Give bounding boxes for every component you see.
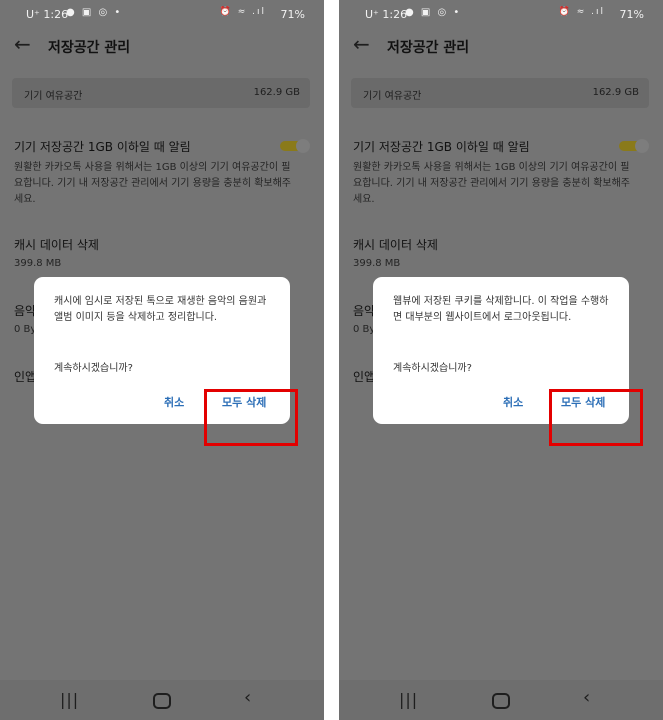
page-title: 저장공간 관리	[48, 40, 131, 56]
highlight-box	[549, 389, 643, 446]
music-setting-size: 0 By	[14, 324, 37, 335]
carrier-label: U⁺	[365, 8, 379, 21]
highlight-box	[204, 389, 298, 446]
inapp-setting-title[interactable]: 인앱	[353, 368, 375, 385]
battery-level: 71%	[619, 8, 644, 21]
status-time: 1:26	[382, 8, 408, 21]
nav-back-icon[interactable]: ‹	[244, 687, 251, 708]
battery-level: 71%	[280, 8, 305, 21]
cache-setting-title[interactable]: 캐시 데이터 삭제	[353, 236, 438, 253]
home-icon[interactable]	[153, 693, 171, 709]
alert-toggle[interactable]	[619, 139, 649, 153]
free-space-label: 기기 여유공간	[24, 91, 83, 102]
phone-screen-left: U⁺ 1:26 ● ▣ ◎ • ⏰ ≈ .ıl 71% ← 저장공간 관리 기기…	[0, 0, 324, 720]
recent-apps-icon[interactable]: |||	[60, 690, 79, 709]
alert-setting-title: 기기 저장공간 1GB 이하일 때 알림	[353, 140, 530, 154]
cancel-button[interactable]: 취소	[503, 394, 523, 410]
free-space-label: 기기 여유공간	[363, 91, 422, 102]
phone-screen-right: U⁺ 1:26 ● ▣ ◎ • ⏰ ≈ .ıl 71% ← 저장공간 관리 기기…	[339, 0, 663, 720]
music-setting-title[interactable]: 음악	[14, 302, 36, 319]
music-setting-title[interactable]: 음악	[353, 302, 375, 319]
status-time: 1:26	[43, 8, 69, 21]
status-bar: U⁺ 1:26 ● ▣ ◎ • ⏰ ≈ .ıl 71%	[0, 0, 324, 30]
free-space-value: 162.9 GB	[592, 87, 639, 98]
system-icons: ⏰ ≈ .ıl	[219, 7, 266, 17]
notification-icons: ● ▣ ◎ •	[405, 7, 462, 18]
back-arrow-icon[interactable]: ←	[14, 34, 36, 56]
alert-toggle[interactable]	[280, 139, 310, 153]
navigation-bar: ||| ‹	[339, 680, 663, 720]
cache-setting-title[interactable]: 캐시 데이터 삭제	[14, 236, 99, 253]
recent-apps-icon[interactable]: |||	[399, 690, 418, 709]
carrier-label: U⁺	[26, 8, 40, 21]
free-space-row: 기기 여유공간 162.9 GB	[12, 78, 310, 108]
alert-setting-title: 기기 저장공간 1GB 이하일 때 알림	[14, 140, 191, 154]
page-title: 저장공간 관리	[387, 40, 470, 56]
system-icons: ⏰ ≈ .ıl	[558, 7, 605, 17]
status-bar: U⁺ 1:26 ● ▣ ◎ • ⏰ ≈ .ıl 71%	[339, 0, 663, 30]
dialog-message: 웹뷰에 저장된 쿠키를 삭제합니다. 이 작업을 수행하면 대부분의 웹사이트에…	[393, 296, 609, 323]
nav-back-icon[interactable]: ‹	[583, 687, 590, 708]
app-bar: ← 저장공간 관리	[0, 34, 324, 58]
inapp-setting-title[interactable]: 인앱	[14, 368, 36, 385]
free-space-value: 162.9 GB	[253, 87, 300, 98]
dialog-message: 캐시에 임시로 저장된 톡으로 재생한 음악의 음원과 앨범 이미지 등을 삭제…	[54, 296, 267, 323]
cache-setting-size: 399.8 MB	[14, 258, 62, 269]
cache-setting-size: 399.8 MB	[353, 258, 401, 269]
alert-setting-description: 원활한 카카오톡 사용을 위해서는 1GB 이상의 기기 여유공간이 필요합니다…	[353, 162, 631, 205]
toggle-thumb	[635, 139, 649, 153]
home-icon[interactable]	[492, 693, 510, 709]
cancel-button[interactable]: 취소	[164, 394, 184, 410]
dialog-question: 계속하시겠습니까?	[393, 363, 472, 374]
music-setting-size: 0 By	[353, 324, 376, 335]
back-arrow-icon[interactable]: ←	[353, 34, 375, 56]
navigation-bar: ||| ‹	[0, 680, 324, 720]
alert-setting-description: 원활한 카카오톡 사용을 위해서는 1GB 이상의 기기 여유공간이 필요합니다…	[14, 162, 292, 205]
notification-icons: ● ▣ ◎ •	[66, 7, 123, 18]
app-bar: ← 저장공간 관리	[339, 34, 663, 58]
toggle-thumb	[296, 139, 310, 153]
dialog-question: 계속하시겠습니까?	[54, 363, 133, 374]
free-space-row: 기기 여유공간 162.9 GB	[351, 78, 649, 108]
